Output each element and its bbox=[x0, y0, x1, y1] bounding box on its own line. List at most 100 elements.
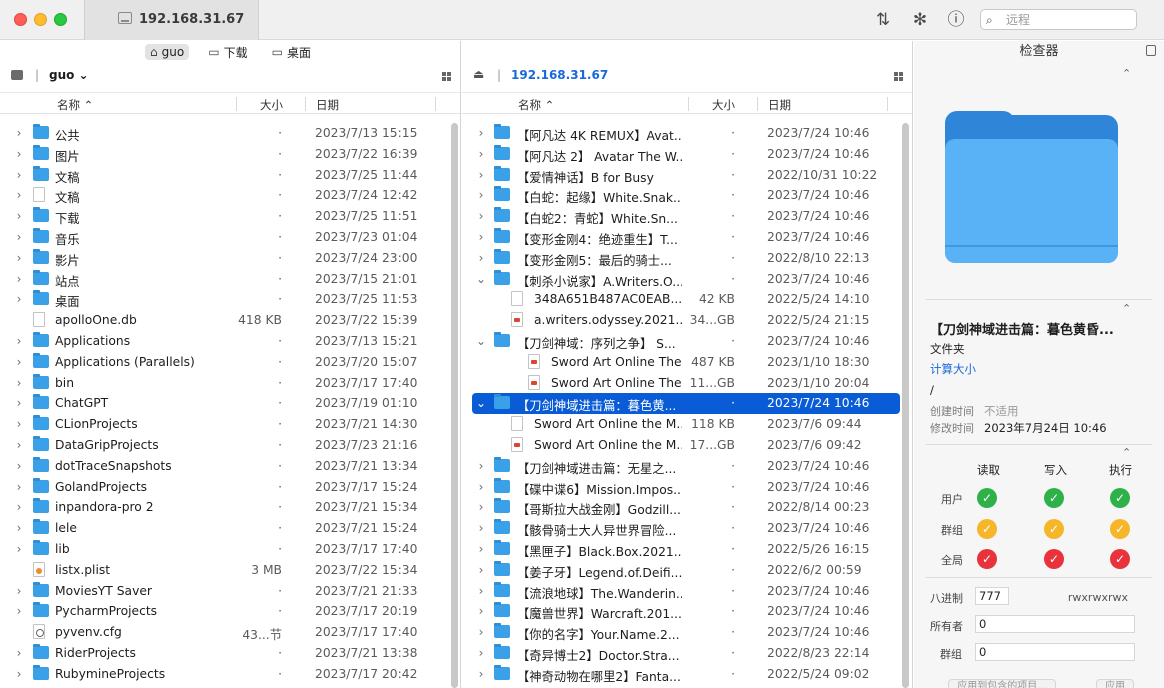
chevron-right-icon[interactable]: › bbox=[476, 542, 486, 556]
permission-toggle-icon[interactable]: ✓ bbox=[1044, 519, 1064, 539]
chevron-right-icon[interactable]: › bbox=[476, 459, 486, 473]
chevron-right-icon[interactable]: › bbox=[476, 646, 486, 660]
zoom-window-button[interactable] bbox=[54, 13, 67, 26]
list-item[interactable]: › 【流浪地球】The.Wanderin... · 2023/7/24 10:46 bbox=[462, 581, 912, 602]
activity-icon[interactable]: ✻ bbox=[910, 10, 930, 30]
column-date[interactable]: 日期 bbox=[316, 97, 339, 113]
remote-path[interactable]: 192.168.31.67 bbox=[511, 68, 608, 82]
list-item[interactable]: › 【阿凡达 2】 Avatar The W... · 2023/7/24 10:46 bbox=[462, 144, 912, 165]
list-item[interactable]: › 【变形金刚5：最后的骑士... · 2022/8/10 22:13 bbox=[462, 248, 912, 269]
chevron-right-icon[interactable]: › bbox=[14, 667, 24, 681]
column-divider[interactable] bbox=[435, 97, 436, 111]
list-item[interactable]: › 【刀剑神域进击篇：无星之... · 2023/7/24 10:46 bbox=[462, 456, 912, 477]
list-item[interactable]: a.writers.odyssey.2021.... 34...GB 2022/5/… bbox=[462, 310, 912, 331]
column-divider[interactable] bbox=[236, 97, 237, 111]
list-item[interactable]: › 站点 · 2023/7/15 21:01 bbox=[0, 269, 460, 290]
column-divider[interactable] bbox=[305, 97, 306, 111]
column-divider[interactable] bbox=[688, 97, 689, 111]
list-item[interactable]: Sword Art Online The... 11...GB 2023/1/10 … bbox=[462, 373, 912, 394]
list-item[interactable]: › 文稿 · 2023/7/24 12:42 bbox=[0, 185, 460, 206]
chevron-right-icon[interactable]: › bbox=[14, 126, 24, 140]
list-item[interactable]: › 图片 · 2023/7/22 16:39 bbox=[0, 144, 460, 165]
list-item[interactable]: › 【哥斯拉大战金刚】Godzill... · 2022/8/14 00:23 bbox=[462, 497, 912, 518]
calculate-size-link[interactable]: 计算大小 bbox=[930, 361, 976, 377]
permission-toggle-icon[interactable]: ✓ bbox=[977, 549, 997, 569]
chevron-right-icon[interactable]: › bbox=[14, 521, 24, 535]
list-item[interactable]: › CLionProjects · 2023/7/21 14:30 bbox=[0, 414, 460, 435]
list-item[interactable]: ⌄ 【刀剑神域进击篇：暮色黄... · 2023/7/24 10:46 bbox=[472, 393, 900, 415]
list-item[interactable]: › RubymineProjects · 2023/7/17 20:42 bbox=[0, 664, 460, 685]
column-date[interactable]: 日期 bbox=[768, 97, 791, 113]
chevron-right-icon[interactable]: › bbox=[476, 126, 486, 140]
chevron-right-icon[interactable]: › bbox=[14, 147, 24, 161]
chevron-right-icon[interactable]: › bbox=[14, 251, 24, 265]
chevron-right-icon[interactable]: › bbox=[14, 168, 24, 182]
column-name[interactable]: 名称 ⌃ bbox=[518, 97, 554, 113]
list-item[interactable]: 348A651B487AC0EAB... 42 KB 2022/5/24 14:10 bbox=[462, 289, 912, 310]
chevron-right-icon[interactable]: › bbox=[476, 251, 486, 265]
info-icon[interactable]: ⓘ bbox=[946, 10, 966, 30]
chevron-right-icon[interactable]: › bbox=[14, 355, 24, 369]
collapse-preview-icon[interactable]: ⌃ bbox=[1122, 67, 1131, 80]
chevron-down-icon[interactable]: ⌄ bbox=[476, 272, 486, 286]
path-dropdown[interactable]: guo ⌄ bbox=[49, 68, 89, 82]
chevron-right-icon[interactable]: › bbox=[14, 396, 24, 410]
collapse-info-icon[interactable]: ⌃ bbox=[1122, 302, 1131, 315]
chevron-right-icon[interactable]: › bbox=[14, 542, 24, 556]
list-item[interactable]: › 【白蛇：起缘】White.Snak... · 2023/7/24 10:46 bbox=[462, 185, 912, 206]
view-mode-icon[interactable] bbox=[894, 72, 903, 81]
list-item[interactable]: › 【碟中谍6】Mission.Impos... · 2023/7/24 10:46 bbox=[462, 477, 912, 498]
list-item[interactable]: › 【变形金刚4：绝迹重生】T... · 2023/7/24 10:46 bbox=[462, 227, 912, 248]
chevron-right-icon[interactable]: › bbox=[476, 521, 486, 535]
chevron-right-icon[interactable]: › bbox=[14, 376, 24, 390]
list-item[interactable]: › 【阿凡达 4K REMUX】Avat... · 2023/7/24 10:46 bbox=[462, 123, 912, 144]
group-field[interactable]: 0 bbox=[975, 643, 1135, 661]
chevron-down-icon[interactable]: ⌄ bbox=[476, 334, 486, 348]
copy-icon[interactable] bbox=[1146, 45, 1156, 56]
chevron-right-icon[interactable]: › bbox=[476, 230, 486, 244]
favorite-downloads[interactable]: ▭ 下载 bbox=[203, 43, 252, 62]
list-item[interactable]: › MoviesYT Saver · 2023/7/21 21:33 bbox=[0, 581, 460, 602]
chevron-right-icon[interactable]: › bbox=[476, 625, 486, 639]
permission-toggle-icon[interactable]: ✓ bbox=[1110, 549, 1130, 569]
chevron-right-icon[interactable]: › bbox=[476, 209, 486, 223]
scrollbar[interactable] bbox=[902, 123, 909, 688]
chevron-right-icon[interactable]: › bbox=[14, 500, 24, 514]
chevron-right-icon[interactable]: › bbox=[476, 168, 486, 182]
collapse-permissions-icon[interactable]: ⌃ bbox=[1122, 446, 1131, 459]
permission-toggle-icon[interactable]: ✓ bbox=[1110, 488, 1130, 508]
favorite-home[interactable]: ⌂ guo bbox=[145, 44, 190, 60]
list-item[interactable]: › inpandora-pro 2 · 2023/7/21 15:34 bbox=[0, 497, 460, 518]
list-item[interactable]: › ChatGPT · 2023/7/19 01:10 bbox=[0, 393, 460, 414]
list-item[interactable]: › 【爱情神话】B for Busy · 2022/10/31 10:22 bbox=[462, 165, 912, 186]
list-item[interactable]: › 【你的名字】Your.Name.2... · 2023/7/24 10:46 bbox=[462, 622, 912, 643]
column-size[interactable]: 大小 bbox=[260, 97, 283, 113]
apply-children-button[interactable]: 应用到包含的项目... bbox=[948, 679, 1056, 688]
chevron-right-icon[interactable]: › bbox=[476, 147, 486, 161]
list-item[interactable]: › PycharmProjects · 2023/7/17 20:19 bbox=[0, 601, 460, 622]
scrollbar[interactable] bbox=[451, 123, 458, 688]
chevron-right-icon[interactable]: › bbox=[476, 604, 486, 618]
chevron-right-icon[interactable]: › bbox=[14, 292, 24, 306]
chevron-right-icon[interactable]: › bbox=[476, 584, 486, 598]
list-item[interactable]: ⌄ 【刀剑神域：序列之争】 S... · 2023/7/24 10:46 bbox=[462, 331, 912, 352]
list-item[interactable]: › 【黑匣子】Black.Box.2021... · 2022/5/26 16:15 bbox=[462, 539, 912, 560]
chevron-right-icon[interactable]: › bbox=[14, 188, 24, 202]
favorite-desktop[interactable]: ▭ 桌面 bbox=[267, 43, 316, 62]
list-item[interactable]: listx.plist 3 MB 2023/7/22 15:34 bbox=[0, 560, 460, 581]
chevron-right-icon[interactable]: › bbox=[14, 209, 24, 223]
chevron-right-icon[interactable]: › bbox=[476, 500, 486, 514]
list-item[interactable]: › 【白蛇2：青蛇】White.Sn... · 2023/7/24 10:46 bbox=[462, 206, 912, 227]
list-item[interactable]: › 桌面 · 2023/7/25 11:53 bbox=[0, 289, 460, 310]
list-item[interactable]: ⌄ 【刺杀小说家】A.Writers.O... · 2023/7/24 10:46 bbox=[462, 269, 912, 290]
list-item[interactable]: › 影片 · 2023/7/24 23:00 bbox=[0, 248, 460, 269]
list-item[interactable]: › Applications · 2023/7/13 15:21 bbox=[0, 331, 460, 352]
list-item[interactable]: › 公共 · 2023/7/13 15:15 bbox=[0, 123, 460, 144]
list-item[interactable]: › bin · 2023/7/17 17:40 bbox=[0, 373, 460, 394]
list-item[interactable]: › lele · 2023/7/21 15:24 bbox=[0, 518, 460, 539]
permission-toggle-icon[interactable]: ✓ bbox=[1044, 549, 1064, 569]
chevron-right-icon[interactable]: › bbox=[14, 646, 24, 660]
list-item[interactable]: › 【骸骨骑士大人异世界冒险... · 2023/7/24 10:46 bbox=[462, 518, 912, 539]
chevron-right-icon[interactable]: › bbox=[476, 188, 486, 202]
list-item[interactable]: › 【奇异博士2】Doctor.Stra... · 2022/8/23 22:14 bbox=[462, 643, 912, 664]
